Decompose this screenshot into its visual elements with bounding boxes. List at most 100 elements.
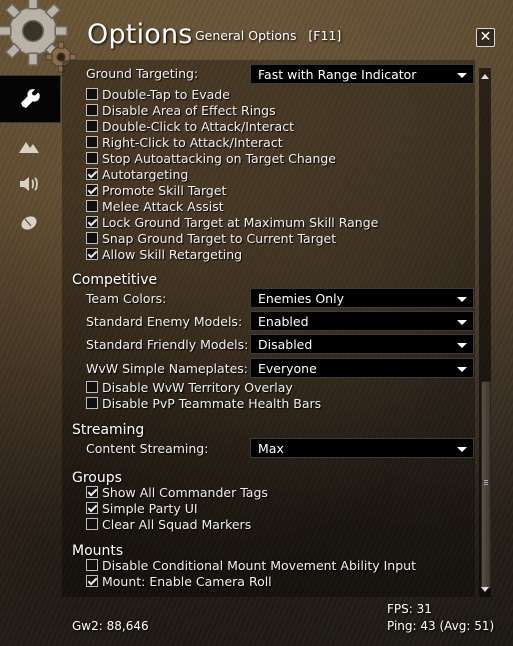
groups-option[interactable]: Show All Commander Tags bbox=[86, 484, 268, 500]
checkbox[interactable] bbox=[86, 200, 98, 212]
checkbox[interactable] bbox=[86, 575, 98, 587]
tab-graphics[interactable] bbox=[8, 127, 50, 165]
mountains-icon bbox=[19, 142, 39, 153]
combat-option[interactable]: Snap Ground Target to Current Target bbox=[86, 230, 336, 246]
wrench-icon bbox=[21, 89, 40, 108]
team-colors-dropdown[interactable]: Enemies Only bbox=[250, 288, 474, 308]
groups-option[interactable]: Clear All Squad Markers bbox=[86, 516, 251, 532]
checkbox[interactable] bbox=[86, 168, 98, 180]
checkbox-label: Right-Click to Attack/Interact bbox=[102, 134, 283, 150]
combat-option[interactable]: Stop Autoattacking on Target Change bbox=[86, 150, 336, 166]
wvw-simple-nameplates-value: Everyone bbox=[258, 361, 317, 376]
checkbox[interactable] bbox=[86, 232, 98, 244]
standard-friendly-models-value: Disabled bbox=[258, 337, 313, 352]
checkbox-label: Autotargeting bbox=[102, 166, 189, 182]
close-button[interactable]: ✕ bbox=[476, 28, 495, 47]
checkbox[interactable] bbox=[86, 559, 98, 571]
checkbox-label: Melee Attack Assist bbox=[102, 198, 224, 214]
chevron-down-icon bbox=[457, 73, 467, 78]
team-colors-label: Team Colors: bbox=[86, 291, 167, 306]
combat-option[interactable]: Lock Ground Target at Maximum Skill Rang… bbox=[86, 214, 378, 230]
tab-sound[interactable] bbox=[8, 165, 50, 203]
checkbox[interactable] bbox=[86, 184, 98, 196]
wvw-simple-nameplates-label: WvW Simple Nameplates: bbox=[86, 361, 249, 376]
checkbox[interactable] bbox=[86, 120, 98, 132]
scrollbar-thumb[interactable] bbox=[481, 381, 491, 589]
standard-enemy-models-label: Standard Enemy Models: bbox=[86, 314, 243, 329]
ground-targeting-label: Ground Targeting: bbox=[86, 66, 199, 81]
ping-readout: Ping: 43 (Avg: 51) bbox=[387, 619, 495, 633]
mounts-option[interactable]: Mount: Enable Camera Roll bbox=[86, 573, 272, 589]
wvw-simple-nameplates-dropdown[interactable]: Everyone bbox=[250, 358, 474, 378]
chevron-down-icon bbox=[457, 447, 467, 452]
standard-friendly-models-dropdown[interactable]: Disabled bbox=[250, 334, 474, 354]
checkbox-label: Double-Click to Attack/Interact bbox=[102, 118, 294, 134]
combat-option[interactable]: Disable Area of Effect Rings bbox=[86, 102, 276, 118]
ground-targeting-value: Fast with Range Indicator bbox=[258, 67, 417, 82]
team-colors-value: Enemies Only bbox=[258, 291, 344, 306]
checkbox-label: Promote Skill Target bbox=[102, 182, 227, 198]
checkbox-label: Stop Autoattacking on Target Change bbox=[102, 150, 336, 166]
gw2-counter: Gw2: 88,646 bbox=[72, 619, 149, 633]
checkbox[interactable] bbox=[86, 152, 98, 164]
checkbox[interactable] bbox=[86, 502, 98, 514]
standard-enemy-models-value: Enabled bbox=[258, 314, 309, 329]
checkbox[interactable] bbox=[86, 88, 98, 100]
checkbox-label: Double-Tap to Evade bbox=[102, 86, 230, 102]
checkbox-label: Disable PvP Teammate Health Bars bbox=[102, 395, 322, 411]
groups-option[interactable]: Simple Party UI bbox=[86, 500, 198, 516]
content-streaming-label: Content Streaming: bbox=[86, 441, 209, 456]
checkbox[interactable] bbox=[86, 486, 98, 498]
checkbox[interactable] bbox=[86, 136, 98, 148]
checkbox-label: Show All Commander Tags bbox=[102, 484, 268, 500]
checkbox-label: Disable Conditional Mount Movement Abili… bbox=[102, 557, 416, 573]
arrow-up-icon bbox=[481, 73, 489, 79]
standard-enemy-models-dropdown[interactable]: Enabled bbox=[250, 311, 474, 331]
combat-option[interactable]: Autotargeting bbox=[86, 166, 188, 182]
chevron-down-icon bbox=[457, 320, 467, 325]
combat-option[interactable]: Promote Skill Target bbox=[86, 182, 226, 198]
page-subtitle: General Options [F11] bbox=[195, 28, 342, 43]
ground-targeting-dropdown[interactable]: Fast with Range Indicator bbox=[250, 64, 474, 84]
combat-option[interactable]: Double-Click to Attack/Interact bbox=[86, 118, 294, 134]
chevron-down-icon bbox=[457, 343, 467, 348]
scrollbar[interactable] bbox=[479, 68, 491, 597]
page-title: Options bbox=[87, 19, 193, 50]
checkbox-label: Lock Ground Target at Maximum Skill Rang… bbox=[102, 214, 379, 230]
streaming-heading: Streaming bbox=[72, 422, 145, 438]
competitive-heading: Competitive bbox=[72, 272, 158, 288]
standard-friendly-models-label: Standard Friendly Models: bbox=[86, 337, 249, 352]
competitive-option[interactable]: Disable WvW Territory Overlay bbox=[86, 379, 293, 395]
close-icon: ✕ bbox=[479, 29, 492, 45]
combat-option[interactable]: Right-Click to Attack/Interact bbox=[86, 134, 283, 150]
combat-option[interactable]: Double-Tap to Evade bbox=[86, 86, 230, 102]
scroll-up-button[interactable] bbox=[479, 71, 491, 81]
content-streaming-value: Max bbox=[258, 441, 284, 456]
combat-option[interactable]: Allow Skill Retargeting bbox=[86, 246, 242, 262]
checkbox[interactable] bbox=[86, 104, 98, 116]
speaker-icon bbox=[20, 177, 38, 191]
tab-controls[interactable] bbox=[8, 203, 50, 241]
checkbox-label: Snap Ground Target to Current Target bbox=[102, 230, 337, 246]
checkbox-label: Simple Party UI bbox=[102, 500, 198, 516]
competitive-option[interactable]: Disable PvP Teammate Health Bars bbox=[86, 395, 321, 411]
checkbox-label: Disable Area of Effect Rings bbox=[102, 102, 276, 118]
combat-option[interactable]: Melee Attack Assist bbox=[86, 198, 224, 214]
checkbox[interactable] bbox=[86, 518, 98, 530]
checkbox[interactable] bbox=[86, 216, 98, 228]
mounts-option[interactable]: Disable Conditional Mount Movement Abili… bbox=[86, 557, 416, 573]
checkbox[interactable] bbox=[86, 397, 98, 409]
checkbox-label: Allow Skill Retargeting bbox=[102, 246, 243, 262]
scroll-down-button[interactable] bbox=[479, 584, 491, 594]
chevron-down-icon bbox=[457, 297, 467, 302]
fps-readout: FPS: 31 bbox=[387, 602, 432, 616]
content-streaming-dropdown[interactable]: Max bbox=[250, 438, 474, 458]
checkbox-label: Disable WvW Territory Overlay bbox=[102, 379, 293, 395]
checkbox-label: Clear All Squad Markers bbox=[102, 516, 252, 532]
checkbox[interactable] bbox=[86, 381, 98, 393]
checkbox[interactable] bbox=[86, 248, 98, 260]
mouse-icon bbox=[21, 216, 37, 230]
checkbox-label: Mount: Enable Camera Roll bbox=[102, 573, 272, 589]
tab-general[interactable] bbox=[0, 75, 61, 123]
chevron-down-icon bbox=[457, 367, 467, 372]
